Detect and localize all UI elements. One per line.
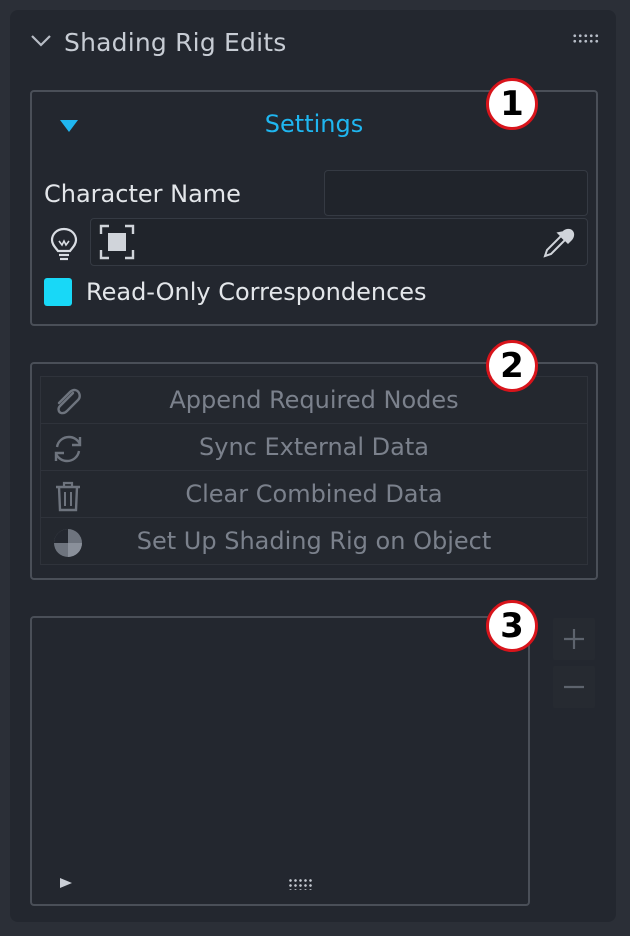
clear-combined-data-button[interactable]: Clear Combined Data	[40, 470, 588, 518]
character-name-field[interactable]	[324, 170, 588, 216]
annotation-badge-3: 3	[486, 600, 538, 652]
play-triangle-icon[interactable]	[58, 876, 74, 890]
list-resize-grip-icon[interactable]	[288, 878, 314, 890]
sync-external-data-label: Sync External Data	[199, 433, 429, 461]
actions-section: Append Required Nodes Sync External Data…	[30, 362, 598, 580]
sync-external-data-button[interactable]: Sync External Data	[40, 423, 588, 471]
character-name-label: Character Name	[44, 180, 241, 208]
eyedropper-icon[interactable]	[541, 224, 577, 260]
chevron-down-icon[interactable]	[30, 34, 52, 48]
clear-combined-data-label: Clear Combined Data	[185, 480, 443, 508]
select-object-icon[interactable]	[99, 224, 135, 260]
readonly-label[interactable]: Read-Only Correspondences	[86, 278, 427, 306]
readonly-checkbox[interactable]	[44, 278, 72, 306]
setup-shading-rig-button[interactable]: Set Up Shading Rig on Object	[40, 517, 588, 565]
plus-icon	[564, 629, 584, 649]
minus-icon	[564, 685, 584, 689]
drag-grip-icon[interactable]	[572, 33, 600, 45]
item-list[interactable]	[30, 616, 530, 906]
annotation-badge-1: 1	[486, 78, 538, 130]
setup-shading-rig-label: Set Up Shading Rig on Object	[136, 527, 492, 555]
shading-rig-panel: Shading Rig Edits Settings Character Nam…	[10, 10, 616, 922]
object-picker-field[interactable]	[90, 218, 588, 266]
panel-header[interactable]: Shading Rig Edits	[10, 10, 616, 76]
add-item-button[interactable]	[553, 618, 595, 660]
panel-title: Shading Rig Edits	[64, 28, 287, 57]
lightbulb-icon[interactable]	[48, 226, 80, 262]
remove-item-button[interactable]	[553, 666, 595, 708]
annotation-badge-2: 2	[486, 340, 538, 392]
